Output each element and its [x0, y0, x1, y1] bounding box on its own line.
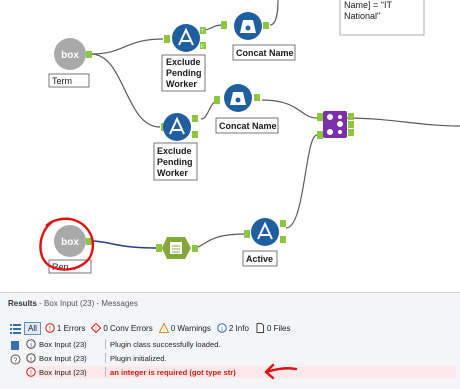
label-exclude1-line3: Worker [166, 79, 197, 89]
top-annotation-line2: National" [344, 11, 380, 21]
svg-text:!: ! [49, 326, 51, 333]
connector-join-out [346, 117, 460, 127]
label-exclude2-line2: Pending [157, 157, 193, 167]
join-tool[interactable] [317, 111, 354, 139]
connector-term-exclude2 [90, 53, 161, 128]
filter-all[interactable]: All [24, 321, 41, 335]
info-icon: i [217, 323, 227, 333]
label-exclude2-line3: Worker [157, 168, 188, 178]
message-row[interactable]: i Box Input (23) Plugin initialized. [26, 352, 456, 364]
filter-tool-exclude2[interactable] [161, 113, 198, 141]
error-icon: ! [26, 367, 36, 377]
workflow-svg: Name] = "IT National" box Term T F Exclu… [39, 0, 460, 274]
label-concat2: Concat Name [219, 121, 277, 131]
label-exclude1-line1: Exclude [166, 57, 201, 67]
help-icon[interactable]: ? [10, 352, 21, 365]
message-row-error[interactable]: ! Box Input (23) an integer is required … [26, 366, 456, 378]
top-annotation-line1: Name] = "IT [344, 0, 392, 10]
connector-textinput-active [192, 233, 245, 249]
document-icon[interactable] [10, 338, 21, 350]
anchor-f: F [201, 44, 204, 50]
label-exclude2-line1: Exclude [157, 146, 192, 156]
filter-files[interactable]: 0 Files [255, 323, 290, 333]
filter-info[interactable]: i 2 Info [217, 323, 249, 333]
filter-bar: All ! 1 Errors ! 0 Conv Errors ! 0 Warni… [24, 321, 296, 335]
filter-errors[interactable]: ! 1 Errors [45, 323, 85, 333]
connector-term-exclude1 [90, 38, 164, 55]
filter-tool-exclude1[interactable]: T F [164, 24, 206, 52]
label-term: Term [52, 76, 72, 86]
red-arrow-annotation [264, 363, 298, 380]
selected-connector [90, 240, 157, 249]
filter-warnings[interactable]: ! 0 Warnings [158, 323, 211, 333]
filter-conv-errors[interactable]: ! 0 Conv Errors [91, 323, 153, 333]
results-panel: Results - Box Input (23) - Messages All … [0, 292, 460, 389]
label-exclude1-line2: Pending [166, 68, 202, 78]
filter-tool-active[interactable] [244, 218, 286, 246]
label-active: Active [246, 254, 273, 264]
error-icon: ! [45, 323, 55, 333]
connector-top-right [269, 0, 279, 26]
message-text: Plugin initialized. [110, 353, 167, 363]
box-input-tool-term[interactable]: box [54, 38, 92, 70]
box-icon-text: box [61, 50, 79, 61]
file-icon [256, 323, 264, 333]
connector-concat2-join [261, 99, 318, 119]
svg-text:?: ? [14, 358, 18, 365]
conv-error-icon: ! [91, 323, 102, 333]
label-concat1: Concat Name [236, 48, 294, 58]
svg-text:!: ! [30, 370, 32, 377]
workflow-canvas[interactable]: Name] = "IT National" box Term T F Exclu… [0, 0, 460, 292]
box-icon-text-2: box [61, 237, 79, 248]
connector-active-join [285, 134, 318, 229]
results-title: Results - Box Input (23) - Messages [8, 299, 138, 308]
formula-tool-concat1[interactable] [221, 12, 269, 40]
info-icon: i [26, 339, 36, 349]
box-input-tool-renamed[interactable]: box [54, 225, 92, 257]
message-row[interactable]: i Box Input (23) Plugin class successful… [26, 338, 456, 350]
info-icon: i [26, 353, 36, 363]
text-input-tool[interactable] [156, 237, 198, 259]
anchor-t: T [201, 29, 204, 35]
message-text: an integer is required (got type str) [110, 367, 236, 377]
message-tool: Box Input (23) [39, 353, 87, 363]
message-tool: Box Input (23) [39, 339, 87, 349]
list-icon[interactable] [10, 321, 21, 334]
message-tool: Box Input (23) [39, 367, 87, 377]
message-text: Plugin class successfully loaded. [110, 339, 221, 349]
formula-tool-concat2[interactable] [214, 84, 260, 112]
warning-icon: ! [158, 323, 169, 333]
